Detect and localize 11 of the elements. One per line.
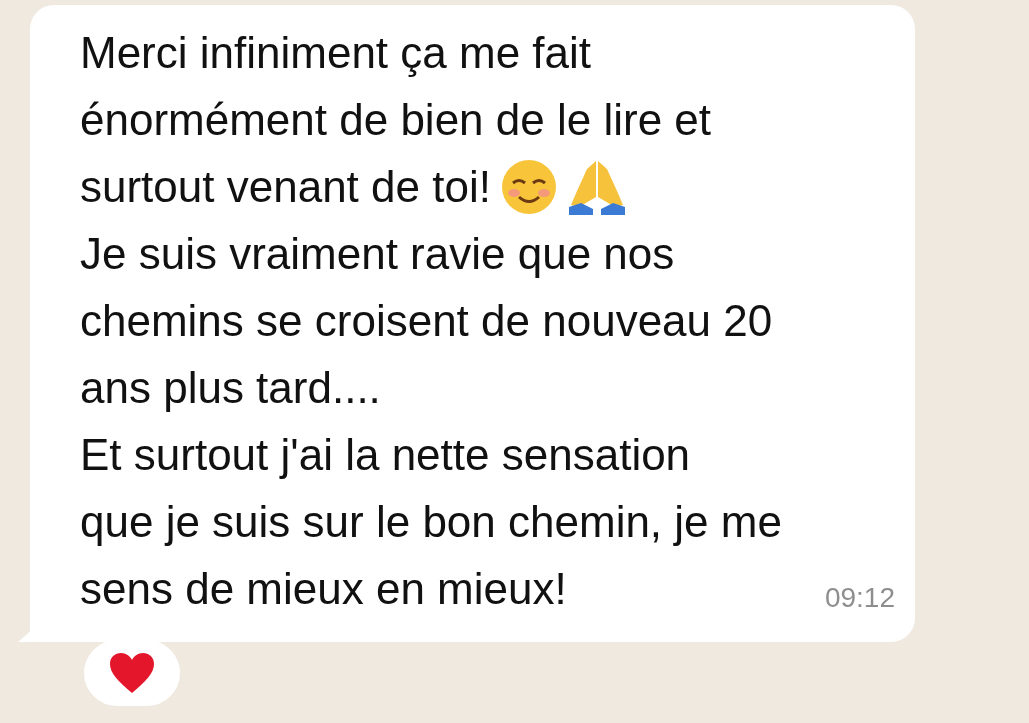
message-text: ans plus tard.... bbox=[80, 362, 381, 414]
message-text: surtout venant de toi! bbox=[80, 161, 491, 213]
message-text: Merci infiniment ça me fait bbox=[80, 27, 592, 79]
message-text: que je suis sur le bon chemin, je me bbox=[80, 496, 782, 548]
message-text: Et surtout j'ai la nette sensation bbox=[80, 429, 691, 481]
message-text: Je suis vraiment ravie que nos bbox=[80, 228, 675, 280]
message-text: chemins se croisent de nouveau 20 bbox=[80, 295, 773, 347]
heart-icon bbox=[108, 651, 156, 695]
message-text: sens de mieux en mieux! bbox=[80, 563, 567, 615]
message-text: énormément de bien de le lire et bbox=[80, 94, 712, 146]
message-time: 09:12 bbox=[824, 581, 895, 615]
